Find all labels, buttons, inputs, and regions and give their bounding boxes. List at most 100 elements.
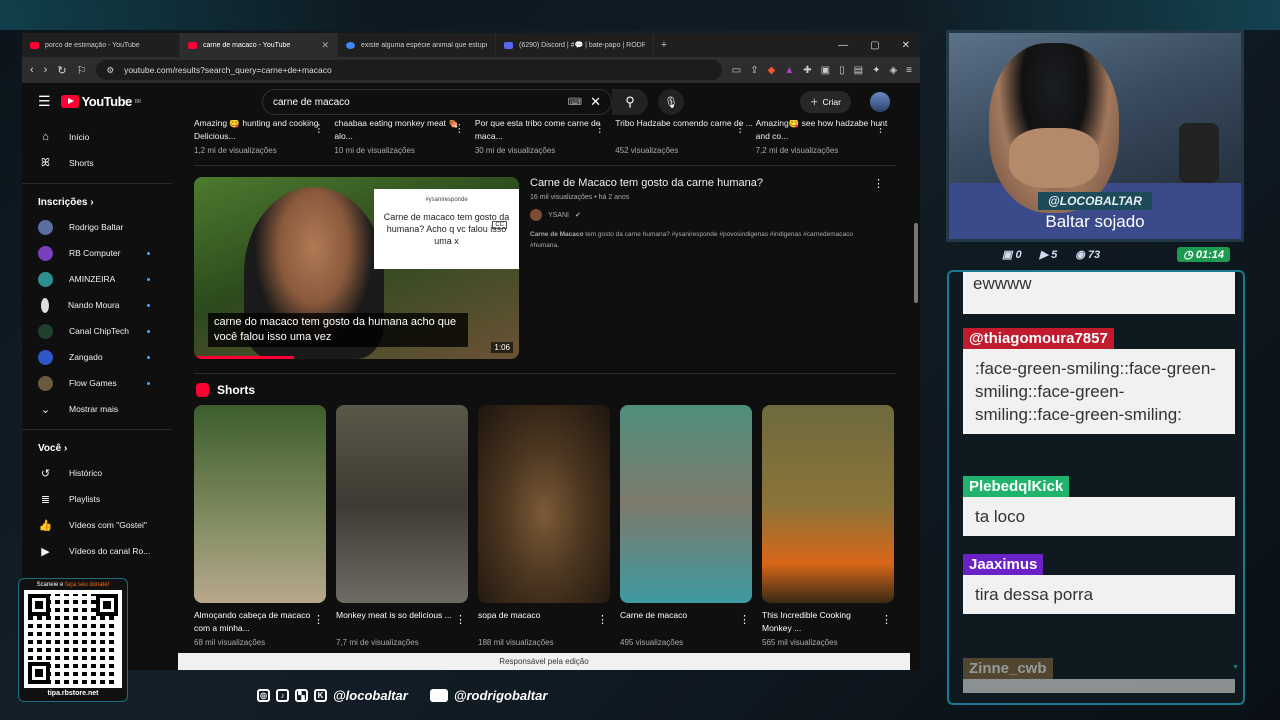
chat-message: Zinne_cwb [963, 658, 1235, 693]
short-thumbnail[interactable] [620, 405, 752, 603]
more-options-icon[interactable]: ⋮ [881, 613, 892, 626]
short-thumbnail[interactable] [336, 405, 468, 603]
search-input[interactable]: carne de macaco ⌨ ✕ [262, 89, 612, 115]
stream-stats: ▣ 0 ▶ 5 ◉ 73 ◷ 01:14 [960, 244, 1232, 264]
short-card[interactable]: Almoçando cabeça de macaco com a minha..… [194, 405, 326, 647]
question-card: #ysaniresponde Carne de macaco tem gosto … [374, 189, 519, 269]
screenshot-icon[interactable]: ▣ [821, 65, 830, 76]
channel-link[interactable]: YSANI ✔ [530, 209, 880, 221]
cast-icon[interactable]: ▭ [732, 65, 741, 76]
yt-count: ▶ 5 [1039, 248, 1058, 261]
browser-tab[interactable]: existe alguma espécie animal que estupra… [338, 33, 496, 57]
bookmark-icon[interactable]: ⚐ [77, 64, 87, 77]
subscription-item[interactable]: Zangado [22, 344, 172, 370]
menu-icon[interactable]: ≡ [906, 65, 912, 76]
chat-username: @thiagomoura7857 [963, 328, 1114, 349]
site-info-icon[interactable]: ⚙ [106, 65, 114, 76]
extensions-icon[interactable]: ✚ [803, 65, 811, 76]
short-thumbnail[interactable] [478, 405, 610, 603]
sidebar-item-history[interactable]: ↺ Histórico [22, 460, 172, 486]
clear-search-icon[interactable]: ✕ [590, 94, 601, 110]
url-field[interactable]: ⚙ youtube.com/results?search_query=carne+… [96, 60, 722, 80]
share-icon[interactable]: ⇪ [750, 65, 758, 76]
chevron-down-icon: ⌄ [40, 403, 51, 416]
sidebar-icon[interactable]: ▯ [839, 65, 845, 76]
result-card[interactable]: chaabaa eating monkey meat 🍖 alo... 10 mi… [334, 120, 474, 165]
close-window-icon[interactable]: ✕ [902, 40, 910, 51]
youtube-logo[interactable]: YouTube BR [60, 94, 141, 109]
new-tab-icon[interactable]: + [654, 39, 674, 51]
subscriptions-header[interactable]: Inscrições › [22, 184, 172, 214]
subscription-item[interactable]: Canal ChipTech [22, 318, 172, 344]
shorts-icon: ꕤ [40, 156, 51, 169]
keyboard-icon[interactable]: ⌨ [568, 97, 582, 108]
channel-avatar [38, 219, 53, 235]
subscription-item[interactable]: Flow Games [22, 370, 172, 396]
more-options-icon[interactable]: ⋮ [597, 613, 608, 626]
more-options-icon[interactable]: ⋮ [455, 613, 466, 626]
sidebar-item-playlists[interactable]: ≣ Playlists [22, 486, 172, 512]
search-button[interactable]: ⚲ [612, 89, 648, 115]
reload-icon[interactable]: ↻ [57, 64, 66, 77]
browser-tab[interactable]: (6290) Discord | #💬 | bate-papo | RODRIG [496, 33, 654, 57]
subscription-item[interactable]: AMINZEIRA [22, 266, 172, 292]
subscription-item[interactable]: Nando Moura [22, 292, 172, 318]
short-card[interactable]: sopa de macaco 188 mil visualizações ⋮ [478, 405, 610, 647]
progress-bar [194, 356, 294, 359]
hamburger-menu-icon[interactable]: ☰ [38, 93, 51, 110]
more-options-icon[interactable]: ⋮ [735, 122, 746, 135]
short-card[interactable]: Monkey meat is so delicious ... 7,7 mi de… [336, 405, 468, 647]
video-title[interactable]: Carne de Macaco tem gosto da carne human… [530, 177, 880, 189]
result-card[interactable]: Amazing😋 see how hadzabe hunt and co... 7… [756, 120, 896, 165]
more-options-icon[interactable]: ⋮ [873, 177, 884, 190]
youtube-play-icon [60, 95, 79, 108]
maximize-icon[interactable]: ▢ [870, 40, 879, 51]
you-header[interactable]: Você › [22, 430, 172, 460]
short-thumbnail[interactable] [194, 405, 326, 603]
captions-badge[interactable]: CC [492, 221, 507, 229]
shorts-logo-icon [196, 383, 209, 397]
create-button[interactable]: ＋ Criar [800, 91, 851, 113]
forward-icon[interactable]: › [44, 64, 48, 76]
more-options-icon[interactable]: ⋮ [313, 122, 324, 135]
browser-tab[interactable]: porco de estimação - YouTube [22, 33, 180, 57]
vpn-icon[interactable]: ◈ [889, 65, 897, 76]
minimize-icon[interactable]: — [838, 40, 848, 51]
show-more-button[interactable]: ⌄ Mostrar mais [22, 396, 172, 422]
result-card[interactable]: Tribo Hadzabe comendo carne de ... 452 vi… [615, 120, 755, 165]
more-options-icon[interactable]: ⋮ [739, 613, 750, 626]
scroll-down-icon[interactable]: ▼ [1232, 664, 1239, 671]
page-scrollbar[interactable] [914, 223, 918, 303]
address-bar-row: ‹ › ↻ ⚐ ⚙ youtube.com/results?search_quer… [22, 57, 920, 83]
sidebar-item-home[interactable]: ⌂ Início [22, 124, 172, 150]
browser-tab-active[interactable]: carne de macaco - YouTube ✕ [180, 33, 338, 57]
leo-icon[interactable]: ✦ [872, 65, 880, 76]
sidebar-item-liked[interactable]: 👍 Vídeos com "Gostei" [22, 512, 172, 538]
rewards-icon[interactable]: ▲ [784, 65, 794, 76]
top-results-row: Amazing 😋 hunting and cooking Delicious.… [194, 120, 896, 165]
short-card[interactable]: This Incredible Cooking Monkey ... 565 mi… [762, 405, 894, 647]
voice-search-button[interactable]: 🎙 [658, 89, 684, 115]
history-icon: ↺ [40, 467, 51, 480]
short-card[interactable]: Carne de macaco 495 visualizações ⋮ [620, 405, 752, 647]
account-avatar[interactable] [870, 92, 890, 112]
more-options-icon[interactable]: ⋮ [594, 122, 605, 135]
result-card[interactable]: Amazing 😋 hunting and cooking Delicious.… [194, 120, 334, 165]
shorts-header: Shorts [196, 383, 896, 397]
wallet-icon[interactable]: ▤ [854, 65, 863, 76]
subscription-item[interactable]: RB Computer [22, 240, 172, 266]
more-options-icon[interactable]: ⋮ [875, 122, 886, 135]
result-card[interactable]: Por que esta tribo come carne de maca...… [475, 120, 615, 165]
subscription-item[interactable]: Rodrigo Baltar [22, 214, 172, 240]
video-description: Carne de Macaco tem gosto da carne human… [530, 231, 854, 249]
short-thumbnail[interactable] [762, 405, 894, 603]
more-options-icon[interactable]: ⋮ [454, 122, 465, 135]
chat-message: Jaaximus tira dessa porra [963, 554, 1235, 614]
more-options-icon[interactable]: ⋮ [313, 613, 324, 626]
sidebar-item-shorts[interactable]: ꕤ Shorts [22, 150, 172, 176]
back-icon[interactable]: ‹ [30, 64, 34, 76]
brave-shield-icon[interactable]: ◆ [768, 65, 776, 76]
close-tab-icon[interactable]: ✕ [321, 40, 329, 51]
sidebar-item-channel-videos[interactable]: ▶ Vídeos do canal Ro... [22, 538, 172, 564]
video-thumbnail[interactable]: #ysaniresponde Carne de macaco tem gosto … [194, 177, 519, 359]
